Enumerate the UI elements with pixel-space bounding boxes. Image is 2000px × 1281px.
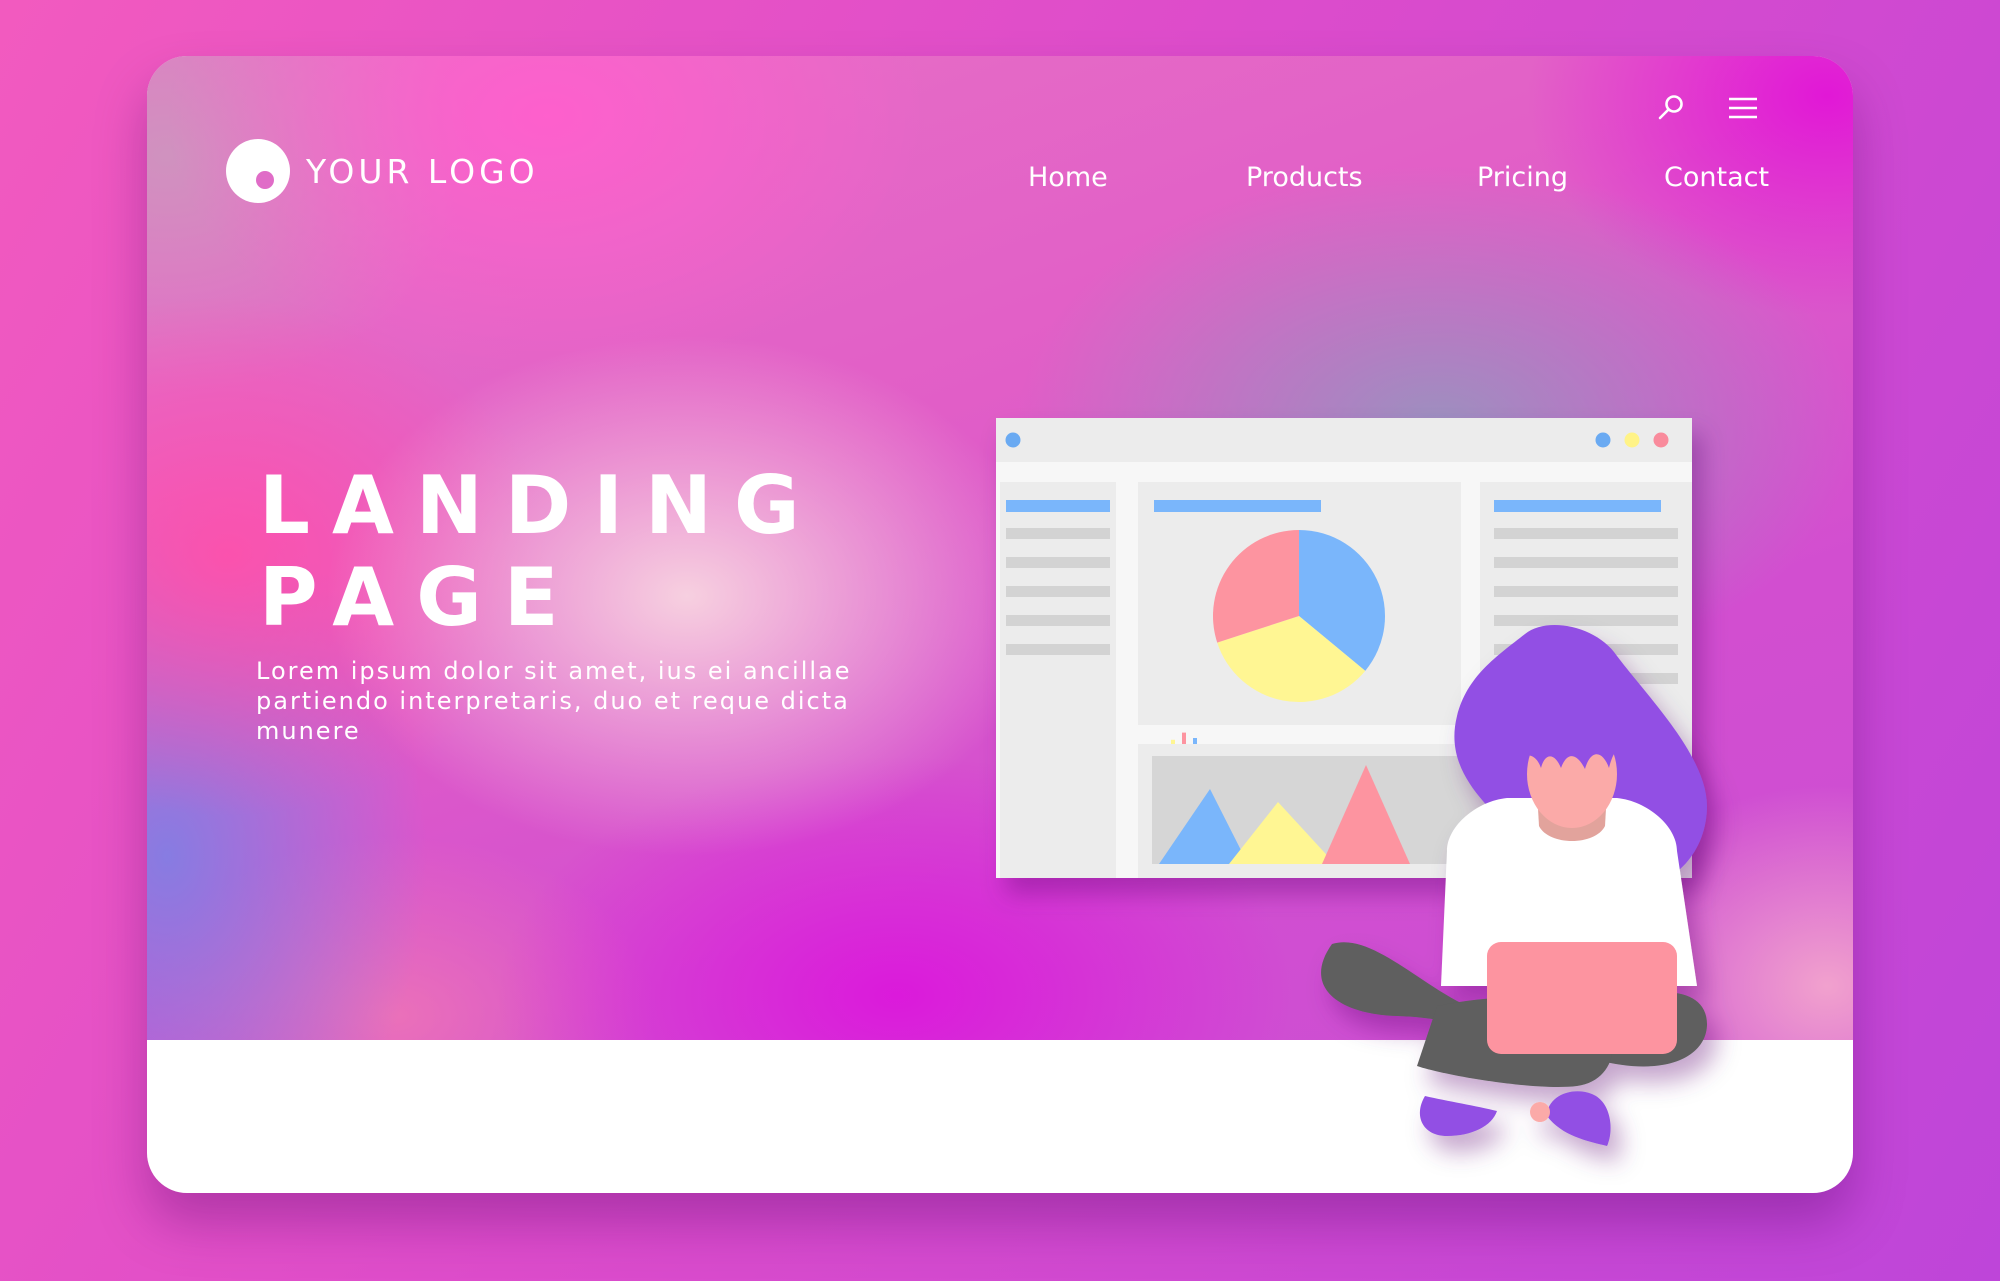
laptop (1487, 942, 1677, 1054)
search-icon[interactable] (1655, 92, 1687, 124)
window-control-yellow (1624, 432, 1640, 448)
headline-line-2: PAGE (259, 551, 581, 644)
nav-products[interactable]: Products (1246, 162, 1363, 193)
sidebar-line (1006, 586, 1110, 597)
sidebar-line (1006, 644, 1110, 655)
sidebar-heading (1006, 500, 1110, 512)
list-line (1494, 528, 1678, 539)
hero-headline: LANDING PAGE (259, 460, 822, 644)
nav-home[interactable]: Home (1028, 162, 1108, 193)
list-line (1494, 615, 1678, 626)
window-control-red (1653, 432, 1669, 448)
pie-chart (1213, 530, 1386, 703)
window-dot-blue (1005, 432, 1021, 448)
window-titlebar (996, 418, 1692, 462)
nav-contact[interactable]: Contact (1664, 162, 1769, 193)
main-nav: Home Products Pricing Contact (147, 162, 1853, 202)
foot-left (1419, 1096, 1497, 1136)
sidebar-line (1006, 528, 1110, 539)
nav-pricing[interactable]: Pricing (1477, 162, 1568, 193)
list-line (1494, 586, 1678, 597)
sidebar-line (1006, 615, 1110, 626)
list-line (1494, 557, 1678, 568)
headline-line-1: LANDING (259, 459, 822, 552)
window-control-blue (1595, 432, 1611, 448)
foot-right (1547, 1091, 1611, 1146)
dashboard-sidebar (1000, 482, 1116, 878)
sidebar-line (1006, 557, 1110, 568)
hamburger-menu-icon[interactable] (1727, 92, 1759, 124)
list-heading (1494, 500, 1661, 512)
pie-panel-heading (1154, 500, 1321, 512)
ankle (1530, 1102, 1550, 1122)
header-icons (1655, 92, 1759, 124)
landing-page-card: YOUR LOGO Home Products Pricing Contact … (147, 56, 1853, 1193)
hero-body-text: Lorem ipsum dolor sit amet, ius ei ancil… (256, 657, 852, 745)
